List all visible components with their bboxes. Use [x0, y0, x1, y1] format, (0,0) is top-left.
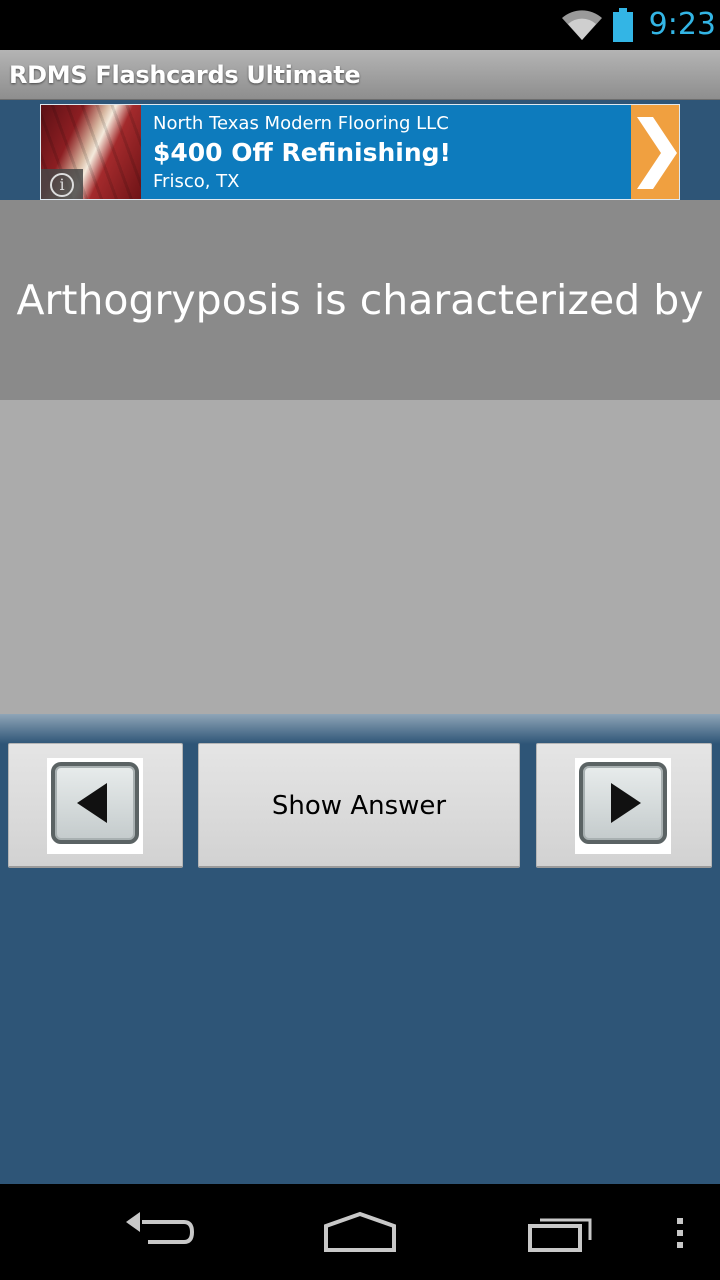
answer-panel	[0, 400, 720, 718]
question-panel: Arthogryposis is characterized by	[0, 200, 720, 400]
previous-arrow-frame	[47, 758, 143, 854]
battery-icon	[613, 8, 633, 42]
previous-arrow-icon	[77, 783, 107, 823]
recent-apps-icon[interactable]	[520, 1202, 600, 1262]
ad-arrow-button[interactable]	[631, 105, 679, 199]
previous-card-button[interactable]	[8, 743, 183, 868]
status-bar: 9:23	[0, 0, 720, 50]
ad-banner[interactable]: i North Texas Modern Flooring LLC $400 O…	[40, 104, 680, 200]
app-screen: 9:23 RDMS Flashcards Ultimate i North Te…	[0, 0, 720, 1280]
ad-location: Frisco, TX	[153, 171, 240, 192]
ad-headline: $400 Off Refinishing!	[153, 138, 451, 167]
question-text: Arthogryposis is characterized by	[16, 276, 704, 324]
show-answer-button[interactable]: Show Answer	[198, 743, 520, 868]
ad-info-icon[interactable]: i	[41, 169, 83, 199]
status-clock: 9:23	[648, 7, 716, 42]
title-bar: RDMS Flashcards Ultimate	[0, 50, 720, 100]
show-answer-label: Show Answer	[271, 791, 447, 821]
next-card-button[interactable]	[536, 743, 712, 868]
wifi-icon	[562, 10, 602, 40]
navigation-bar	[0, 1184, 720, 1280]
back-icon[interactable]	[120, 1202, 200, 1262]
menu-icon[interactable]	[668, 1202, 692, 1262]
panel-divider	[0, 714, 720, 744]
ad-advertiser: North Texas Modern Flooring LLC	[153, 113, 449, 134]
next-arrow-frame	[575, 758, 671, 854]
chevron-right-icon	[637, 117, 677, 189]
home-icon[interactable]	[320, 1202, 400, 1262]
next-arrow-icon	[611, 783, 641, 823]
app-title: RDMS Flashcards Ultimate	[9, 61, 361, 89]
